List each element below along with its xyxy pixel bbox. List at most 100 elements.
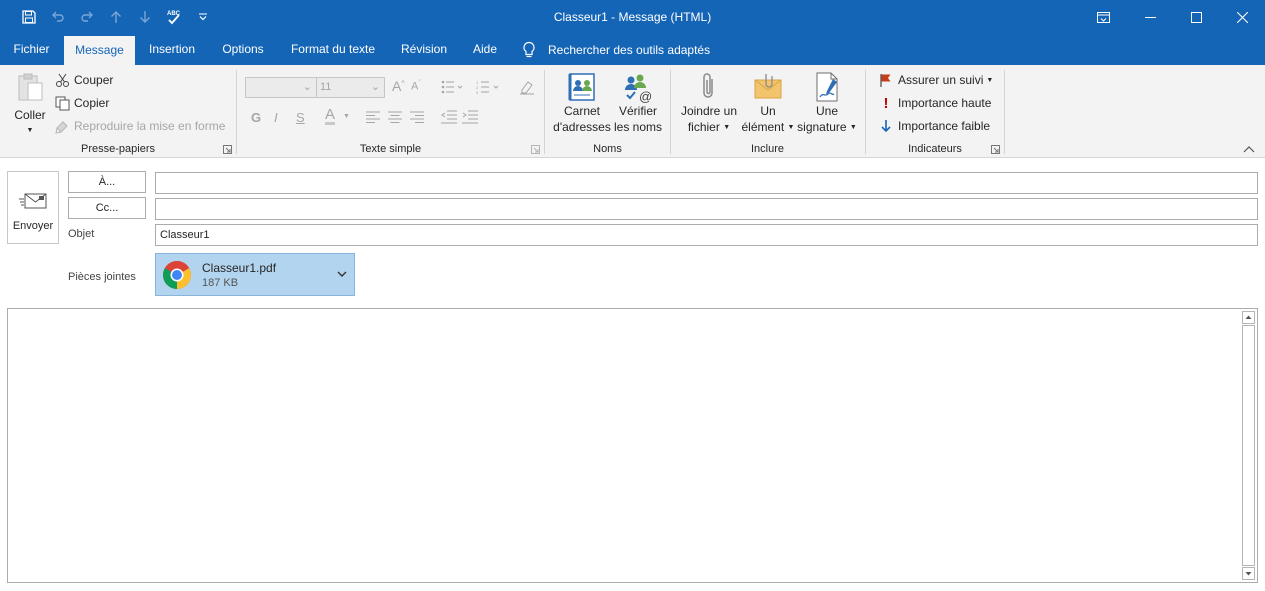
signature-button[interactable]: Une signature ▼ [796, 71, 858, 136]
align-left-icon[interactable] [366, 111, 380, 123]
signature-label-2: signature [797, 120, 847, 134]
minimize-button[interactable] [1127, 0, 1173, 34]
paperclip-icon [703, 73, 713, 98]
tab-revision[interactable]: Révision [393, 34, 455, 65]
chevron-down-icon[interactable] [336, 268, 348, 280]
subject-field[interactable]: Classeur1 [155, 224, 1258, 246]
italic-button[interactable]: I [274, 110, 278, 125]
ribbon-tabs: Fichier Message Insertion Options Format… [0, 34, 1265, 65]
low-importance-button[interactable]: Importance faible [878, 116, 990, 136]
title-bar: ABC Classeur1 - Message (HTML) [0, 0, 1265, 34]
attach-item-label-1: Un [760, 104, 776, 118]
ribbon: Coller ▼ Couper Copier Reproduire la mis… [0, 65, 1265, 158]
caret-up-icon [1245, 315, 1252, 319]
cut-button[interactable]: Couper [54, 70, 113, 90]
tell-me-label: Rechercher des outils adaptés [548, 42, 711, 57]
close-icon [1236, 11, 1248, 23]
ribbon-display-options-button[interactable] [1079, 0, 1127, 34]
group-tags: Assurer un suivi ▼ ! Importance haute Im… [866, 65, 1004, 158]
bold-button[interactable]: G [251, 110, 261, 125]
scroll-thumb[interactable] [1242, 325, 1255, 566]
high-importance-button[interactable]: ! Importance haute [878, 93, 992, 113]
copy-button[interactable]: Copier [54, 93, 109, 113]
shrink-font-icon[interactable]: Aˇ [411, 80, 421, 93]
subject-label: Objet [68, 228, 95, 240]
dialog-launcher-icon[interactable] [223, 145, 232, 154]
tab-aide[interactable]: Aide [464, 34, 506, 65]
signature-label-1: Une [815, 104, 838, 118]
low-importance-label: Importance faible [898, 119, 991, 133]
group-names: Carnet d'adresses @ Vérifier les noms No… [545, 65, 670, 158]
address-book-button[interactable]: Carnet d'adresses [553, 71, 611, 135]
minimize-icon [1144, 16, 1156, 18]
scroll-down-button[interactable] [1242, 567, 1255, 580]
font-size-value: 11 [320, 81, 332, 93]
tab-format-du-texte[interactable]: Format du texte [282, 34, 384, 65]
cc-field[interactable] [155, 198, 1258, 220]
dialog-launcher-icon[interactable] [991, 145, 1000, 154]
to-field[interactable] [155, 172, 1258, 194]
align-right-icon[interactable] [410, 111, 424, 123]
paste-button[interactable]: Coller ▼ [8, 71, 52, 137]
group-basic-text: ⌄ 11 ⌄ A^ Aˇ 123 G I S A ▼ Texte simple [237, 65, 544, 158]
copy-icon [54, 95, 70, 111]
send-label: Envoyer [12, 220, 54, 232]
tab-options[interactable]: Options [213, 34, 273, 65]
dialog-launcher-icon[interactable] [531, 145, 540, 154]
attach-item-envelope-icon [754, 74, 782, 99]
exclamation-icon: ! [883, 94, 889, 112]
follow-up-button[interactable]: Assurer un suivi ▼ [878, 70, 993, 90]
ribbon-separator [1004, 70, 1005, 154]
paste-clipboard-icon [18, 73, 43, 101]
paste-label: Coller [14, 108, 46, 122]
tab-insertion[interactable]: Insertion [140, 34, 204, 65]
close-button[interactable] [1219, 0, 1265, 34]
chevron-down-icon: ▼ [26, 127, 34, 134]
font-size-combo[interactable]: 11 ⌄ [316, 77, 385, 98]
message-body-editor[interactable] [7, 308, 1258, 583]
group-label-names: Noms [593, 143, 622, 155]
clear-formatting-icon[interactable] [519, 79, 535, 95]
maximize-button[interactable] [1173, 0, 1219, 34]
tab-fichier[interactable]: Fichier [4, 34, 59, 65]
attachment-item[interactable]: Classeur1.pdf 187 KB [155, 253, 355, 296]
bullets-icon[interactable] [441, 80, 463, 94]
font-name-combo[interactable]: ⌄ [245, 77, 317, 98]
send-button[interactable]: Envoyer [7, 171, 59, 244]
chevron-down-icon: ▼ [787, 123, 795, 131]
to-button[interactable]: À... [68, 171, 146, 193]
flag-icon [878, 72, 894, 88]
decrease-indent-icon[interactable] [441, 110, 457, 124]
collapse-ribbon-icon[interactable] [1243, 145, 1255, 155]
font-color-button[interactable]: A [325, 107, 336, 125]
check-names-label-2: les noms [613, 120, 663, 134]
cc-button[interactable]: Cc... [68, 197, 146, 219]
tell-me-search[interactable]: Rechercher des outils adaptés [522, 34, 710, 65]
scroll-up-button[interactable] [1242, 311, 1255, 324]
increase-indent-icon[interactable] [462, 110, 478, 124]
grow-font-icon[interactable]: A^ [392, 78, 405, 94]
cut-label: Couper [74, 73, 114, 87]
maximize-icon [1190, 11, 1202, 23]
chevron-down-icon: ▼ [849, 123, 857, 131]
chevron-down-icon: ⌄ [370, 81, 380, 93]
check-names-button[interactable]: @ Vérifier les noms [611, 71, 665, 135]
vertical-scrollbar[interactable] [1240, 309, 1257, 582]
lightbulb-icon [523, 41, 535, 57]
underline-button[interactable]: S [296, 110, 305, 125]
scissors-icon [54, 72, 70, 88]
align-center-icon[interactable] [388, 111, 402, 123]
numbering-icon[interactable]: 123 [476, 80, 500, 94]
format-painter-button[interactable]: Reproduire la mise en forme [54, 116, 225, 136]
attachment-name: Classeur1.pdf [202, 261, 277, 275]
group-include: Joindre un fichier ▼ Un élément ▼ Une si… [671, 65, 864, 158]
high-importance-label: Importance haute [898, 96, 992, 110]
attach-item-label-2: élément [741, 120, 785, 134]
attach-item-button[interactable]: Un élément ▼ [740, 71, 796, 136]
chevron-down-icon: ▼ [343, 113, 350, 120]
group-label-clipboard: Presse-papiers [81, 143, 155, 155]
signature-icon [816, 72, 838, 102]
format-painter-label: Reproduire la mise en forme [74, 119, 226, 133]
attach-file-button[interactable]: Joindre un fichier ▼ [678, 71, 740, 136]
tab-message[interactable]: Message [64, 36, 135, 65]
